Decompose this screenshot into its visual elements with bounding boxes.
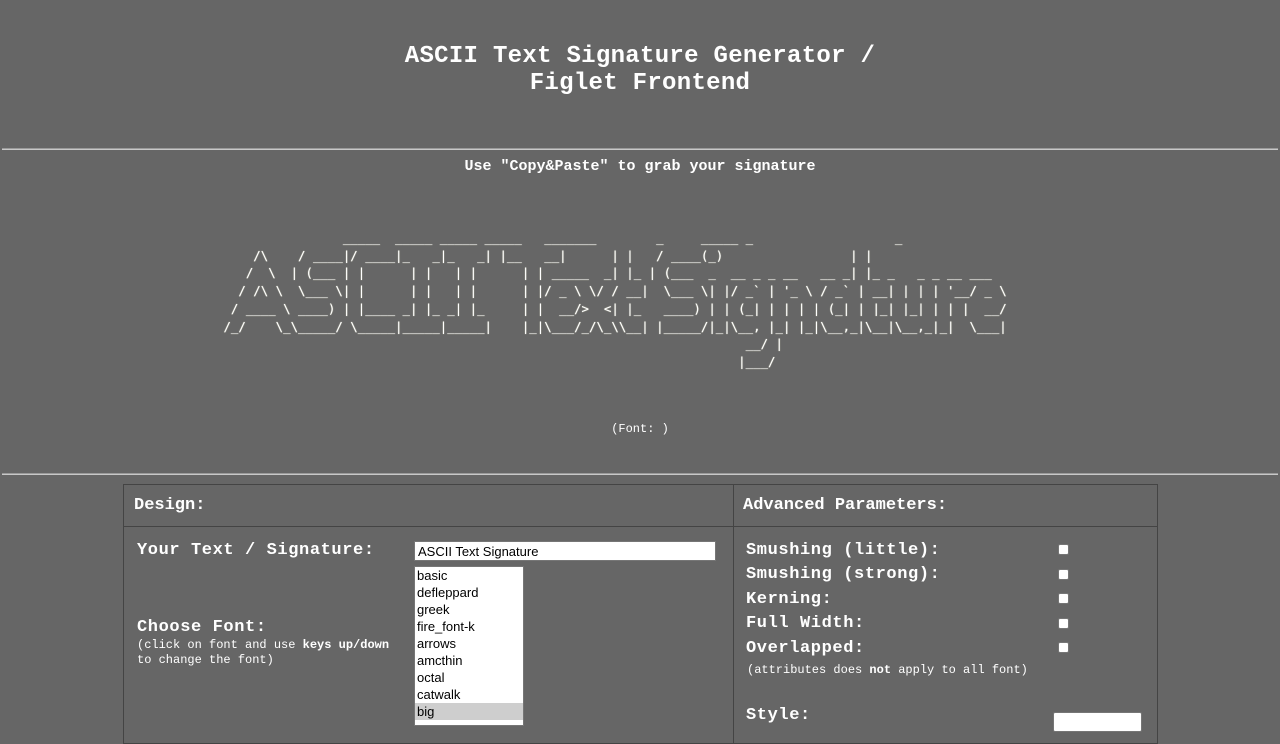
attributes-note-prefix: (attributes does: [747, 663, 870, 677]
font-option[interactable]: greek: [415, 601, 523, 618]
font-option[interactable]: catwalk: [415, 686, 523, 703]
font-hint-line2: to change the font): [137, 653, 274, 667]
font-listbox[interactable]: basic defleppard greek fire_font-k arrow…: [414, 566, 524, 726]
font-option[interactable]: arrows: [415, 635, 523, 652]
smushing-strong-checkbox[interactable]: [1058, 569, 1069, 580]
font-hint: (click on font and use keys up/down to c…: [137, 638, 389, 668]
attributes-note-emphasis: not: [869, 663, 892, 677]
page-title: ASCII Text Signature Generator / Figlet …: [0, 43, 1280, 97]
style-select[interactable]: [1053, 712, 1142, 732]
ascii-signature-output[interactable]: _____ _____ _____ _____ _______ _ _____ …: [216, 229, 1037, 371]
style-label: Style:: [746, 706, 811, 725]
font-hint-keys: keys up/down: [302, 638, 390, 652]
attributes-note-suffix: apply to all font): [891, 663, 1028, 677]
design-heading: Design:: [124, 485, 733, 527]
title-line-1: ASCII Text Signature Generator /: [404, 43, 876, 70]
font-option[interactable]: octal: [415, 669, 523, 686]
smushing-little-checkbox[interactable]: [1058, 544, 1069, 555]
option-label-smushing-strong: Smushing (strong):: [746, 565, 941, 584]
divider-bottom: [2, 473, 1278, 475]
title-line-2: Figlet Frontend: [529, 70, 751, 97]
advanced-heading: Advanced Parameters:: [733, 485, 1157, 527]
font-option[interactable]: fire_font-k: [415, 618, 523, 635]
option-label-kerning: Kerning:: [746, 590, 833, 609]
font-option[interactable]: defleppard: [415, 584, 523, 601]
overlapped-checkbox[interactable]: [1058, 642, 1069, 653]
font-hint-prefix: (click on font and use: [137, 638, 303, 652]
font-option-selected[interactable]: big: [415, 703, 523, 720]
signature-text-input[interactable]: [414, 541, 716, 561]
font-note: (Font: ): [611, 422, 669, 436]
settings-panel: Design: Advanced Parameters:: [123, 484, 1158, 744]
font-option[interactable]: basic: [415, 567, 523, 584]
option-label-full-width: Full Width:: [746, 614, 865, 633]
font-label: Choose Font:: [137, 618, 267, 637]
kerning-checkbox[interactable]: [1058, 593, 1069, 604]
divider-top: [2, 148, 1278, 150]
attributes-note: (attributes does not apply to all font): [747, 663, 1028, 678]
option-label-smushing-little: Smushing (little):: [746, 541, 941, 560]
full-width-checkbox[interactable]: [1058, 618, 1069, 629]
copy-instruction: Use "Copy&Paste" to grab your signature: [464, 158, 816, 175]
option-label-overlapped: Overlapped:: [746, 639, 865, 658]
text-label: Your Text / Signature:: [137, 541, 375, 560]
font-option[interactable]: amcthin: [415, 652, 523, 669]
